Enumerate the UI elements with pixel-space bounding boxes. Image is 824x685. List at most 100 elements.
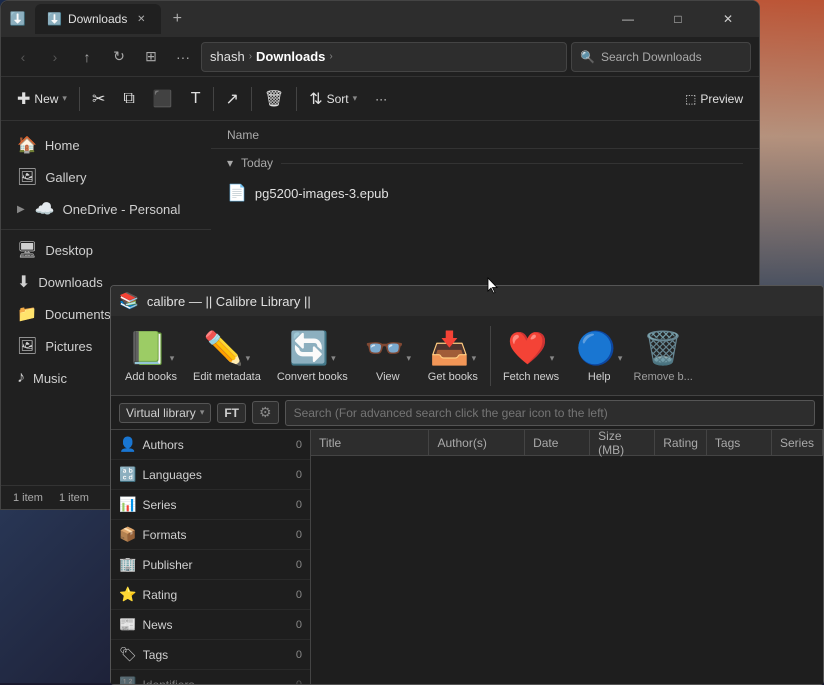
sidebar-item-gallery[interactable]: 🖼 Gallery — [5, 161, 207, 193]
calibre-sidebar-formats[interactable]: 📦 Formats 0 — [111, 520, 310, 550]
refresh-button[interactable]: ↻ — [105, 43, 133, 71]
nav-more-button[interactable]: ··· — [169, 43, 197, 71]
calibre-sidebar-tags[interactable]: 🏷 Tags 0 — [111, 640, 310, 670]
calibre-book-list: Title Author(s) Date Size (MB) Rating Ta… — [311, 430, 823, 684]
paste-button[interactable]: ⬛ — [145, 83, 181, 115]
publisher-count: 0 — [296, 559, 302, 571]
help-button[interactable]: 🔵 ▾ Help — [569, 324, 629, 387]
sort-button[interactable]: ⇅ Sort ▾ — [301, 83, 365, 115]
view-caret-icon: ▾ — [407, 353, 412, 364]
explorer-icon: ⬇️ — [9, 10, 27, 28]
cut-button[interactable]: ✂ — [84, 83, 113, 115]
tags-label: Tags — [143, 648, 168, 662]
downloads-tab[interactable]: ⬇️ Downloads ✕ — [35, 4, 161, 34]
new-label: New — [34, 92, 58, 106]
toolbar-separator-1 — [79, 87, 80, 111]
calibre-sidebar-series[interactable]: 📊 Series 0 — [111, 490, 310, 520]
sidebar-music-label: Music — [33, 371, 67, 386]
toolbar-separator-4 — [296, 87, 297, 111]
view-icon-wrap: 👓 ▾ — [365, 328, 412, 368]
tab-label: Downloads — [68, 12, 127, 26]
calibre-sidebar-languages[interactable]: 🔡 Languages 0 — [111, 460, 310, 490]
calibre-sidebar-identifiers[interactable]: 🔢 Identifiers 0 — [111, 670, 310, 684]
up-button[interactable]: ↑ — [73, 43, 101, 71]
fetch-news-button[interactable]: ❤️ ▾ Fetch news — [497, 324, 565, 387]
book-list-header: Title Author(s) Date Size (MB) Rating Ta… — [311, 430, 823, 456]
share-button[interactable]: ↗ — [218, 83, 247, 115]
file-row[interactable]: 📄 pg5200-images-3.epub — [211, 177, 759, 209]
view-button[interactable]: ⊞ — [137, 43, 165, 71]
maximize-button[interactable]: □ — [655, 5, 701, 33]
back-button[interactable]: ‹ — [9, 43, 37, 71]
authors-label: Authors — [142, 438, 183, 452]
rename-button[interactable]: T — [183, 83, 209, 115]
calibre-sidebar-authors[interactable]: 👤 Authors 0 — [111, 430, 310, 460]
forward-button[interactable]: › — [41, 43, 69, 71]
convert-books-icon-wrap: 🔄 ▾ — [289, 328, 336, 368]
new-icon: ✚ — [17, 89, 30, 109]
add-books-label: Add books — [125, 371, 177, 383]
onedrive-icon: ☁️ — [35, 199, 55, 219]
calibre-search-input[interactable] — [285, 400, 815, 426]
copy-button[interactable]: ⧉ — [115, 83, 142, 115]
fetch-news-label: Fetch news — [503, 371, 559, 383]
get-books-label: Get books — [428, 371, 478, 383]
calibre-sidebar-publisher[interactable]: 🏢 Publisher 0 — [111, 550, 310, 580]
get-books-button[interactable]: 📥 ▾ Get books — [422, 324, 484, 387]
news-count: 0 — [296, 619, 302, 631]
path-sep-1: › — [249, 51, 252, 62]
virtual-library-caret: ▾ — [200, 407, 205, 418]
ft-button[interactable]: FT — [217, 403, 246, 423]
calibre-search-bar: Virtual library ▾ FT ⚙ — [111, 396, 823, 430]
minimize-button[interactable]: — — [605, 5, 651, 33]
file-name: pg5200-images-3.epub — [255, 186, 389, 201]
view-button[interactable]: 👓 ▾ View — [358, 324, 418, 387]
preview-button[interactable]: ⬚ Preview — [677, 83, 751, 115]
close-button[interactable]: ✕ — [705, 5, 751, 33]
address-bar-row: ‹ › ↑ ↻ ⊞ ··· shash › Downloads › 🔍 Sear… — [1, 37, 759, 77]
documents-icon: 📁 — [17, 304, 37, 324]
more-button[interactable]: ··· — [367, 83, 395, 115]
copy-icon: ⧉ — [123, 90, 134, 108]
sidebar-item-home[interactable]: 🏠 Home — [5, 129, 207, 161]
search-placeholder: Search Downloads — [601, 50, 702, 64]
address-path[interactable]: shash › Downloads › — [201, 42, 567, 72]
formats-count: 0 — [296, 529, 302, 541]
edit-metadata-caret-icon: ▾ — [246, 353, 251, 364]
new-button[interactable]: ✚ New ▾ — [9, 83, 75, 115]
today-group: ▾ Today — [211, 149, 759, 177]
add-books-button[interactable]: 📗 ▾ Add books — [119, 324, 183, 387]
collapse-icon: ▾ — [227, 156, 233, 170]
sidebar-onedrive-label: OneDrive - Personal — [63, 202, 181, 217]
calibre-content: 👤 Authors 0 🔡 Languages 0 📊 Series 0 📦 F… — [111, 430, 823, 684]
sidebar-item-onedrive[interactable]: ▶ ☁️ OneDrive - Personal — [5, 193, 207, 225]
sidebar-item-desktop[interactable]: 🖥 Desktop — [5, 234, 207, 266]
new-tab-button[interactable]: + — [165, 7, 189, 31]
series-column-header[interactable]: Series — [772, 430, 823, 455]
sort-icon: ⇅ — [309, 89, 322, 109]
tags-column-header[interactable]: Tags — [707, 430, 772, 455]
remove-books-button[interactable]: 🗑️ Remove b... — [633, 324, 693, 387]
series-icon: 📊 — [119, 496, 136, 513]
authors-column-header[interactable]: Author(s) — [429, 430, 525, 455]
calibre-sidebar-rating[interactable]: ⭐ Rating 0 — [111, 580, 310, 610]
gear-button[interactable]: ⚙ — [252, 401, 279, 424]
calibre-sidebar-news[interactable]: 📰 News 0 — [111, 610, 310, 640]
tab-close-button[interactable]: ✕ — [133, 11, 149, 27]
title-column-header[interactable]: Title — [311, 430, 429, 455]
search-box[interactable]: 🔍 Search Downloads — [571, 42, 751, 72]
convert-books-button[interactable]: 🔄 ▾ Convert books — [271, 324, 354, 387]
delete-button[interactable]: 🗑 — [256, 83, 292, 115]
path-sep-2: › — [329, 51, 332, 62]
date-column-header[interactable]: Date — [525, 430, 590, 455]
sidebar-pictures-label: Pictures — [45, 339, 92, 354]
rating-column-header[interactable]: Rating — [655, 430, 707, 455]
edit-metadata-button[interactable]: ✏️ ▾ Edit metadata — [187, 324, 267, 387]
music-icon: ♪ — [17, 369, 25, 387]
virtual-library-button[interactable]: Virtual library ▾ — [119, 403, 211, 423]
size-column-header[interactable]: Size (MB) — [590, 430, 655, 455]
convert-books-icon: 🔄 — [289, 328, 329, 368]
expand-icon: ▶ — [17, 204, 25, 215]
calibre-toolbar: 📗 ▾ Add books ✏️ ▾ Edit metadata 🔄 ▾ Con… — [111, 316, 823, 396]
view-label: View — [376, 371, 400, 383]
